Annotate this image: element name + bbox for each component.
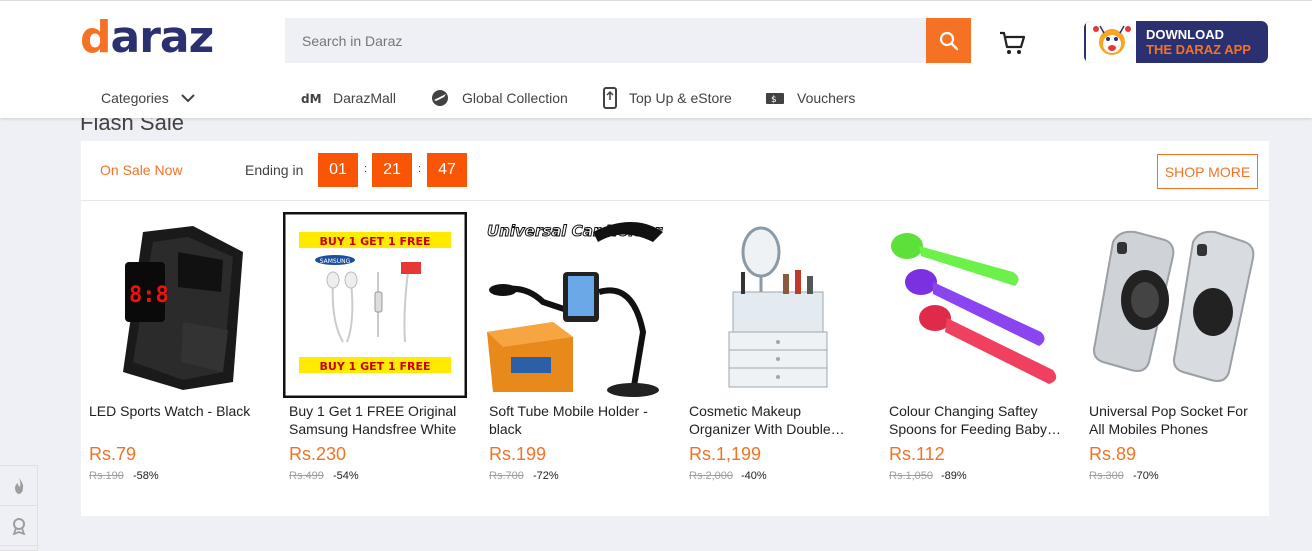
baby-spoons-image <box>883 212 1067 398</box>
categories-menu[interactable]: Categories <box>101 86 195 110</box>
svg-text:8:8: 8:8 <box>129 283 169 308</box>
product-card[interactable]: Colour Changing Saftey Spoons for Feedin… <box>881 209 1069 499</box>
product-price: Rs.112 <box>889 444 945 464</box>
voucher-icon: $ <box>765 91 785 105</box>
product-old-price: Rs.300 <box>1089 470 1124 482</box>
timer-minutes: 21 <box>372 153 412 187</box>
nav-label-global: Global Collection <box>462 90 568 106</box>
cart-icon <box>1000 31 1026 54</box>
nav-vouchers[interactable]: $ Vouchers <box>765 86 855 110</box>
logo-letters: araz <box>110 12 215 63</box>
app-banner-line2: THE DARAZ APP <box>1146 42 1251 57</box>
svg-text:$: $ <box>771 95 777 105</box>
nav-label-topup: Top Up & eStore <box>629 90 732 106</box>
nav-darazmall[interactable]: dM DarazMall <box>301 86 396 110</box>
timer-hours: 01 <box>318 153 358 187</box>
product-price: Rs.199 <box>489 444 547 464</box>
nav-global-collection[interactable]: Global Collection <box>430 86 568 110</box>
product-card[interactable]: Universal Pop Socket For All Mobiles Pho… <box>1081 209 1269 499</box>
product-name: Universal Pop Socket For All Mobiles Pho… <box>1089 403 1248 437</box>
ending-label: Ending in <box>245 162 304 178</box>
product-old-price: Rs.190 <box>89 470 124 482</box>
car-holder-image: Universal Car Holder <box>483 212 667 398</box>
product-price: Rs.89 <box>1089 444 1137 464</box>
search-bar <box>285 18 971 63</box>
led-watch-image: 8:8 <box>83 212 267 398</box>
product-discount: -40% <box>741 470 767 482</box>
product-discount: -70% <box>1133 470 1159 482</box>
download-app-banner[interactable]: DOWNLOAD THE DARAZ APP <box>1084 21 1268 63</box>
makeup-organizer-image <box>683 212 867 398</box>
product-card[interactable]: 8:8 LED Sports Watch - Black Rs.79 Rs.19… <box>81 209 269 499</box>
product-discount: -89% <box>941 470 967 482</box>
flash-sale-card: On Sale Now Ending in 01 : 21 : 47 SHOP … <box>81 141 1269 516</box>
product-old-price: Rs.2,000 <box>689 470 734 482</box>
product-list: 8:8 LED Sports Watch - Black Rs.79 Rs.19… <box>81 209 1269 509</box>
badge-text-bottom: BUY 1 GET 1 FREE <box>320 360 431 373</box>
product-price: Rs.1,199 <box>689 444 762 464</box>
handsfree-image: BUY 1 GET 1 FREE SAMSUNG BUY 1 GET 1 FRE… <box>283 212 467 398</box>
top-border <box>0 0 1312 1</box>
search-icon <box>939 31 958 50</box>
flame-icon <box>14 477 23 494</box>
award-icon <box>12 517 25 535</box>
flash-sale-header: On Sale Now Ending in 01 : 21 : 47 SHOP … <box>81 141 1269 201</box>
product-name: LED Sports Watch - Black <box>89 403 251 419</box>
plane-globe-icon <box>430 88 450 108</box>
categories-label-wrap[interactable]: Categories <box>101 90 195 106</box>
product-card[interactable]: Universal Car Holder Soft Tube Mobile Ho… <box>481 209 669 499</box>
product-price: Rs.230 <box>289 444 347 464</box>
product-card[interactable]: BUY 1 GET 1 FREE SAMSUNG BUY 1 GET 1 FRE… <box>281 209 469 499</box>
phone-topup-icon <box>603 87 617 109</box>
brand-text: SAMSUNG <box>320 258 351 265</box>
search-input[interactable] <box>285 18 926 63</box>
on-sale-label: On Sale Now <box>100 162 183 178</box>
app-banner-line1: DOWNLOAD <box>1146 27 1224 42</box>
site-header: daraz DOWNLOAD THE DARAZ APP Categories <box>0 0 1312 118</box>
darazmall-icon: dM <box>301 91 321 105</box>
product-old-price: Rs.700 <box>489 470 524 482</box>
product-discount: -58% <box>133 470 159 482</box>
product-card[interactable]: Cosmetic Makeup Organizer With Double Mi… <box>681 209 869 499</box>
mascot-icon <box>1086 21 1136 63</box>
product-price: Rs.79 <box>89 444 137 464</box>
product-name: Cosmetic Makeup Organizer With Double Mi… <box>689 403 831 437</box>
chevron-down-icon <box>180 94 195 103</box>
timer-seconds: 47 <box>427 153 467 187</box>
daraz-logo[interactable]: daraz <box>80 12 215 64</box>
shop-more-button[interactable]: SHOP MORE <box>1157 154 1258 189</box>
side-toolbar <box>0 465 38 551</box>
product-name: Colour Changing Saftey Spoons for Feedin… <box>889 403 1047 437</box>
product-name: Soft Tube Mobile Holder - black <box>489 403 648 437</box>
product-name: Buy 1 Get 1 FREE Original Samsung Handsf… <box>289 403 457 437</box>
timer-colon: : <box>418 163 422 175</box>
nav-label-darazmall: DarazMall <box>333 90 397 106</box>
search-button[interactable] <box>926 18 971 63</box>
product-old-price: Rs.499 <box>289 470 324 482</box>
svg-text:dM: dM <box>301 92 321 105</box>
pop-socket-image <box>1083 212 1267 398</box>
product-discount: -54% <box>333 470 359 482</box>
categories-label: Categories <box>101 90 169 106</box>
nav-label-vouchers: Vouchers <box>797 90 856 106</box>
cart-button[interactable] <box>998 30 1026 56</box>
product-discount: -72% <box>533 470 559 482</box>
timer-colon: : <box>364 163 368 175</box>
badge-text-top: BUY 1 GET 1 FREE <box>320 235 431 248</box>
product-old-price: Rs.1,050 <box>889 470 934 482</box>
side-tool-flame[interactable] <box>0 466 37 506</box>
logo-letter-d: d <box>80 12 111 63</box>
nav-topup[interactable]: Top Up & eStore <box>603 86 732 110</box>
side-tool-award[interactable] <box>0 506 37 546</box>
